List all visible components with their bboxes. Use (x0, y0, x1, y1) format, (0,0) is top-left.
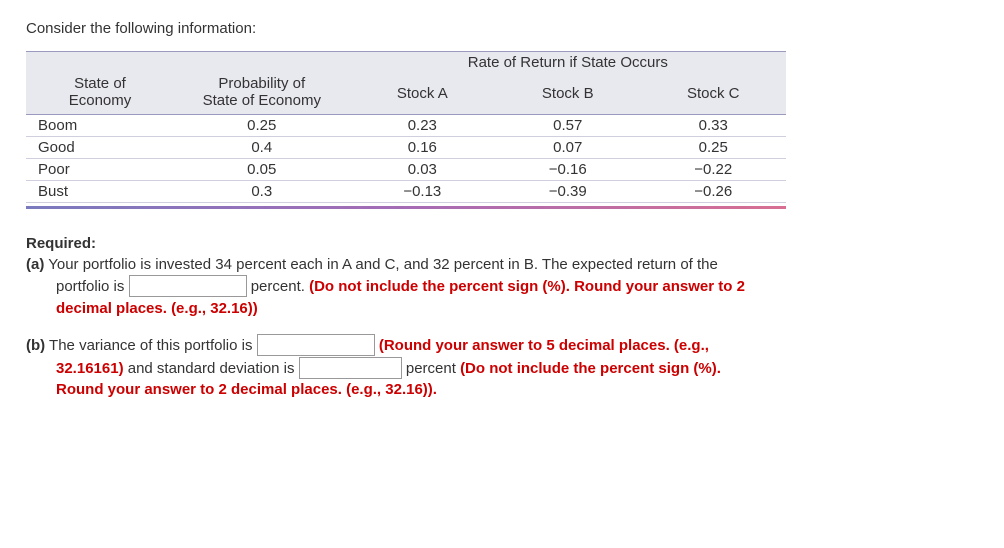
intro-text: Consider the following information: (26, 20, 978, 37)
part-a-hint2: decimal places. (e.g., 32.16)) (56, 300, 258, 317)
cell-c: 0.33 (641, 114, 787, 136)
cell-prob: 0.05 (174, 158, 350, 180)
cell-a: 0.16 (350, 136, 495, 158)
cell-prob: 0.4 (174, 136, 350, 158)
part-b-text2: and standard deviation is (124, 360, 299, 377)
part-b: (b) The variance of this portfolio is (R… (26, 334, 956, 401)
part-b-label: (b) (26, 337, 45, 354)
table-row: Bust 0.3 −0.13 −0.39 −0.26 (26, 180, 786, 202)
required-heading: Required: (26, 235, 978, 252)
part-a-label: (a) (26, 256, 44, 273)
part-b-hint1: (Round your answer to 5 decimal places. … (375, 337, 709, 354)
table-header-row: State ofEconomy Probability ofState of E… (26, 73, 786, 114)
col-state: State ofEconomy (26, 73, 174, 114)
table-row: Good 0.4 0.16 0.07 0.25 (26, 136, 786, 158)
part-b-hint3: (Do not include the percent sign (%). (460, 360, 721, 377)
part-b-text1: The variance of this portfolio is (45, 337, 257, 354)
part-a-text2b: percent. (247, 278, 310, 295)
cell-c: 0.25 (641, 136, 787, 158)
stddev-input[interactable] (299, 357, 402, 379)
cell-b: 0.07 (495, 136, 640, 158)
part-b-hint4: Round your answer to 2 decimal places. (… (56, 381, 437, 398)
cell-b: 0.57 (495, 114, 640, 136)
rate-header: Rate of Return if State Occurs (350, 52, 786, 74)
cell-prob: 0.3 (174, 180, 350, 202)
cell-state: Bust (26, 180, 174, 202)
table-row: Poor 0.05 0.03 −0.16 −0.22 (26, 158, 786, 180)
variance-input[interactable] (257, 334, 375, 356)
cell-b: −0.39 (495, 180, 640, 202)
data-table: Rate of Return if State Occurs State ofE… (26, 51, 786, 203)
cell-prob: 0.25 (174, 114, 350, 136)
col-stock-c: Stock C (641, 73, 787, 114)
table-row: Boom 0.25 0.23 0.57 0.33 (26, 114, 786, 136)
cell-a: 0.03 (350, 158, 495, 180)
col-stock-b: Stock B (495, 73, 640, 114)
cell-a: −0.13 (350, 180, 495, 202)
expected-return-input[interactable] (129, 275, 247, 297)
cell-c: −0.26 (641, 180, 787, 202)
part-a: (a) Your portfolio is invested 34 percen… (26, 254, 956, 320)
cell-state: Boom (26, 114, 174, 136)
cell-c: −0.22 (641, 158, 787, 180)
cell-a: 0.23 (350, 114, 495, 136)
part-a-text1: Your portfolio is invested 34 percent ea… (44, 256, 718, 273)
col-prob: Probability ofState of Economy (174, 73, 350, 114)
cell-state: Good (26, 136, 174, 158)
col-stock-a: Stock A (350, 73, 495, 114)
table-super-header: Rate of Return if State Occurs (26, 52, 786, 74)
data-table-container: Rate of Return if State Occurs State ofE… (26, 51, 786, 209)
part-a-hint1: (Do not include the percent sign (%). Ro… (309, 278, 745, 295)
part-b-text3: percent (402, 360, 460, 377)
cell-b: −0.16 (495, 158, 640, 180)
part-a-text2a: portfolio is (56, 278, 129, 295)
part-b-hint2a: 32.16161) (56, 360, 124, 377)
cell-state: Poor (26, 158, 174, 180)
